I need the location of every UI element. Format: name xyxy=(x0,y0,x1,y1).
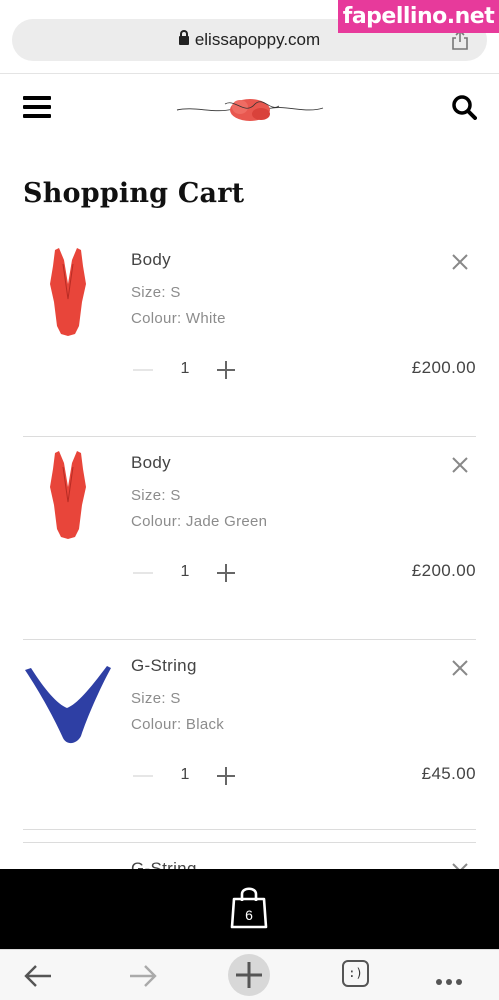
item-name[interactable]: Body xyxy=(131,453,171,473)
menu-icon[interactable] xyxy=(23,96,51,118)
item-price: £45.00 xyxy=(421,764,476,783)
forward-arrow-icon[interactable] xyxy=(127,960,159,992)
decrease-quantity-button[interactable] xyxy=(133,369,153,371)
item-price: £200.00 xyxy=(411,561,476,580)
browser-toolbar: :) xyxy=(0,949,499,1000)
back-arrow-icon[interactable] xyxy=(22,960,54,992)
lock-icon xyxy=(178,30,189,45)
watermark: fapellino.net xyxy=(338,0,499,33)
product-thumbnail[interactable] xyxy=(23,650,113,750)
quantity-value: 1 xyxy=(180,766,190,783)
quantity-value: 1 xyxy=(180,563,190,580)
increase-quantity-button[interactable] xyxy=(216,766,236,786)
item-size: Size: S xyxy=(131,284,181,301)
item-name[interactable]: Body xyxy=(131,250,171,270)
item-size: Size: S xyxy=(131,487,181,504)
cart-item: G-String Size: S Colour: Black 1 £45.00 xyxy=(23,640,476,843)
cart-item: Body Size: S Colour: White 1 £200.00 xyxy=(23,234,476,437)
url-text: elissapoppy.com xyxy=(194,30,321,49)
product-thumbnail[interactable] xyxy=(23,244,113,344)
cart-bag-bar[interactable]: 6 xyxy=(0,869,499,949)
page-title: Shopping Cart xyxy=(23,178,245,209)
site-logo[interactable] xyxy=(175,90,325,126)
remove-item-icon[interactable] xyxy=(450,455,470,475)
decrease-quantity-button[interactable] xyxy=(133,572,153,574)
quantity-value: 1 xyxy=(180,360,190,377)
item-price: £200.00 xyxy=(411,358,476,377)
increase-quantity-button[interactable] xyxy=(216,360,236,380)
plus-icon xyxy=(236,962,262,988)
divider xyxy=(23,829,476,830)
cart-item: Body Size: S Colour: Jade Green 1 £200.0… xyxy=(23,437,476,640)
share-icon[interactable] xyxy=(451,30,469,50)
remove-item-icon[interactable] xyxy=(450,658,470,678)
new-tab-button[interactable] xyxy=(228,954,270,996)
search-icon[interactable] xyxy=(451,94,477,120)
item-colour: Colour: Black xyxy=(131,716,225,733)
item-size: Size: S xyxy=(131,690,181,707)
item-colour: Colour: White xyxy=(131,310,226,327)
shopping-bag-button[interactable]: 6 xyxy=(229,883,269,931)
decrease-quantity-button[interactable] xyxy=(133,775,153,777)
url-display[interactable]: elissapoppy.com xyxy=(12,30,487,50)
site-header xyxy=(0,74,499,144)
item-name[interactable]: G-String xyxy=(131,656,197,676)
product-thumbnail[interactable] xyxy=(23,447,113,547)
remove-item-icon[interactable] xyxy=(450,252,470,272)
bag-count: 6 xyxy=(245,907,253,923)
more-menu-icon[interactable] xyxy=(436,972,466,990)
increase-quantity-button[interactable] xyxy=(216,563,236,583)
tabs-button[interactable]: :) xyxy=(342,960,369,987)
item-colour: Colour: Jade Green xyxy=(131,513,268,530)
